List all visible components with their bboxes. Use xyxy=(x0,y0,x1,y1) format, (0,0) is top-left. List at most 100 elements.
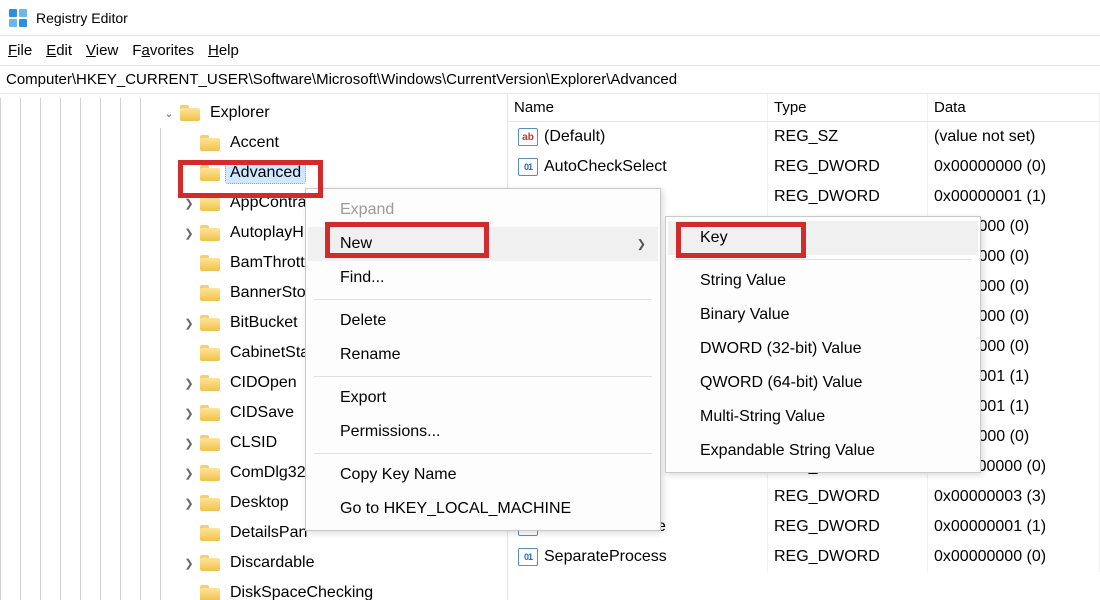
tree-label: BamThrott xyxy=(226,253,309,273)
tree-label: Explorer xyxy=(206,103,274,123)
folder-icon xyxy=(200,225,220,241)
col-header-name[interactable]: Name xyxy=(508,94,768,121)
tree-label: CLSID xyxy=(226,433,281,453)
folder-icon xyxy=(200,345,220,361)
expander-placeholder: ❯ xyxy=(180,164,198,182)
ctx-new-qword[interactable]: QWORD (64-bit) Value xyxy=(668,366,978,400)
ctx-new-expandstring[interactable]: Expandable String Value xyxy=(668,434,978,468)
ctx-new-dword[interactable]: DWORD (32-bit) Value xyxy=(668,332,978,366)
tree-label: AppContra xyxy=(226,193,311,213)
tree-label: CIDOpen xyxy=(226,373,301,393)
list-row[interactable]: (Default) REG_SZ(value not set) xyxy=(508,122,1100,152)
expander-placeholder: ❯ xyxy=(180,254,198,272)
list-row[interactable]: SeparateProcess REG_DWORD0x00000000 (0) xyxy=(508,542,1100,572)
window-title: Registry Editor xyxy=(36,10,128,26)
value-name: AutoCheckSelect xyxy=(544,158,667,176)
expander-placeholder: ❯ xyxy=(180,134,198,152)
ctx-new[interactable]: New ❯ xyxy=(308,227,658,261)
value-data: (value not set) xyxy=(928,122,1100,152)
menu-help[interactable]: Help xyxy=(208,42,239,59)
tree-item-explorer[interactable]: ⌄ Explorer xyxy=(0,98,507,128)
titlebar: Registry Editor xyxy=(0,0,1100,36)
value-data: 0x00000000 (0) xyxy=(928,542,1100,572)
value-type: REG_SZ xyxy=(768,122,928,152)
menu-file[interactable]: File xyxy=(8,42,32,59)
regedit-icon xyxy=(8,8,28,28)
col-header-type[interactable]: Type xyxy=(768,94,928,121)
value-name: SeparateProcess xyxy=(544,548,667,566)
list-header[interactable]: Name Type Data xyxy=(508,94,1100,122)
value-data: 0x00000003 (3) xyxy=(928,482,1100,512)
ctx-new-multistring[interactable]: Multi-String Value xyxy=(668,400,978,434)
ctx-permissions[interactable]: Permissions... xyxy=(308,415,658,449)
expander-placeholder: ❯ xyxy=(180,584,198,600)
value-type: REG_DWORD xyxy=(768,542,928,572)
string-value-icon xyxy=(518,128,538,146)
separator xyxy=(314,453,652,454)
chevron-right-icon[interactable]: ❯ xyxy=(180,194,198,212)
menu-view[interactable]: View xyxy=(86,42,118,59)
tree-label: AutoplayH xyxy=(226,223,308,243)
chevron-right-icon[interactable]: ❯ xyxy=(180,224,198,242)
chevron-right-icon[interactable]: ❯ xyxy=(180,314,198,332)
value-data: 0x00000001 (1) xyxy=(928,512,1100,542)
folder-icon xyxy=(200,585,220,600)
ctx-copy-key-name[interactable]: Copy Key Name xyxy=(308,458,658,492)
chevron-right-icon[interactable]: ❯ xyxy=(180,464,198,482)
folder-icon xyxy=(180,105,200,121)
folder-icon xyxy=(200,165,220,181)
value-type: REG_DWORD xyxy=(768,152,928,182)
tree-label: ComDlg32 xyxy=(226,463,310,483)
ctx-find[interactable]: Find... xyxy=(308,261,658,295)
menu-favorites[interactable]: Favorites xyxy=(132,42,194,59)
ctx-go-hklm[interactable]: Go to HKEY_LOCAL_MACHINE xyxy=(308,492,658,526)
tree-label: DetailsPan xyxy=(226,523,311,543)
binary-value-icon xyxy=(518,548,538,566)
value-name: (Default) xyxy=(544,128,605,146)
chevron-right-icon[interactable]: ❯ xyxy=(180,404,198,422)
tree-item[interactable]: ❯ Accent xyxy=(0,128,507,158)
tree-label: CabinetSta xyxy=(226,343,313,363)
folder-icon xyxy=(200,315,220,331)
tree-label: Accent xyxy=(226,133,283,153)
tree-item[interactable]: ❯ DiskSpaceChecking xyxy=(0,578,507,600)
folder-icon xyxy=(200,135,220,151)
expander-placeholder: ❯ xyxy=(180,524,198,542)
tree-item[interactable]: ❯Advanced xyxy=(0,158,507,188)
value-data: 0x00000000 (0) xyxy=(928,152,1100,182)
list-row[interactable]: AutoCheckSelect REG_DWORD0x00000000 (0) xyxy=(508,152,1100,182)
tree-label: BannerSto xyxy=(226,283,310,303)
tree-item[interactable]: ❯Discardable xyxy=(0,548,507,578)
ctx-new-string[interactable]: String Value xyxy=(668,264,978,298)
chevron-right-icon[interactable]: ❯ xyxy=(180,434,198,452)
separator xyxy=(674,259,972,260)
binary-value-icon xyxy=(518,158,538,176)
context-menu: Expand New ❯ Find... Delete Rename Expor… xyxy=(305,188,661,531)
folder-icon xyxy=(200,465,220,481)
chevron-right-icon[interactable]: ❯ xyxy=(180,554,198,572)
ctx-delete[interactable]: Delete xyxy=(308,304,658,338)
chevron-right-icon[interactable]: ❯ xyxy=(180,494,198,512)
folder-icon xyxy=(200,495,220,511)
value-type: REG_DWORD xyxy=(768,482,928,512)
folder-icon xyxy=(200,195,220,211)
tree-label: BitBucket xyxy=(226,313,302,333)
folder-icon xyxy=(200,375,220,391)
ctx-new-binary[interactable]: Binary Value xyxy=(668,298,978,332)
value-data: 0x00000001 (1) xyxy=(928,182,1100,212)
chevron-down-icon[interactable]: ⌄ xyxy=(160,104,178,122)
expander-placeholder: ❯ xyxy=(180,344,198,362)
col-header-data[interactable]: Data xyxy=(928,94,1100,121)
expander-placeholder: ❯ xyxy=(180,284,198,302)
chevron-right-icon[interactable]: ❯ xyxy=(180,374,198,392)
ctx-export[interactable]: Export xyxy=(308,381,658,415)
menu-edit[interactable]: Edit xyxy=(46,42,72,59)
folder-icon xyxy=(200,285,220,301)
address-bar[interactable]: Computer\HKEY_CURRENT_USER\Software\Micr… xyxy=(0,66,1100,94)
separator xyxy=(314,299,652,300)
tree-label: DiskSpaceChecking xyxy=(226,583,377,600)
ctx-rename[interactable]: Rename xyxy=(308,338,658,372)
ctx-new-key[interactable]: Key xyxy=(668,221,978,255)
context-submenu-new: Key String Value Binary Value DWORD (32-… xyxy=(665,216,981,473)
ctx-expand: Expand xyxy=(308,193,658,227)
